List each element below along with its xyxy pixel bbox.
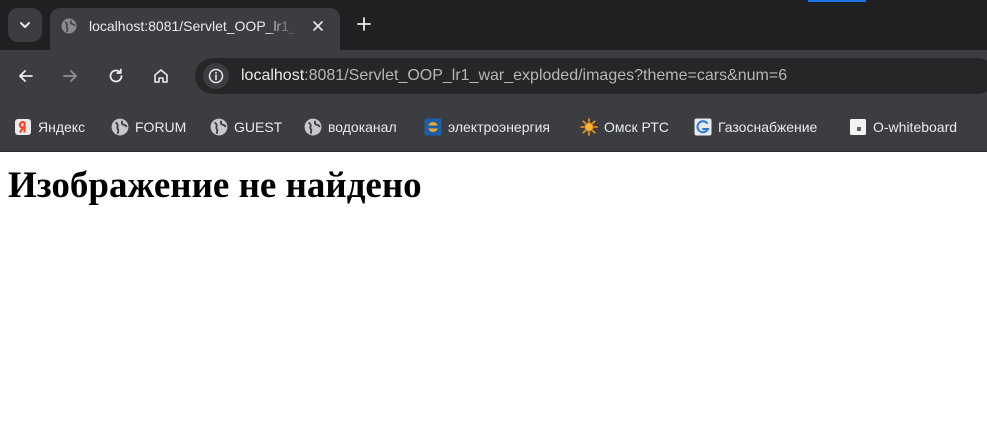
forward-button[interactable]: [55, 61, 85, 91]
home-button[interactable]: [146, 61, 176, 91]
bookmarks-bar: Яндекс FORUM GUEST водоканал электроэнер…: [0, 101, 987, 152]
globe-icon: [210, 118, 228, 136]
url-host: localhost: [241, 67, 305, 84]
bookmark-yandex[interactable]: Яндекс: [14, 117, 85, 137]
globe-icon: [304, 118, 322, 136]
chevron-down-icon: [20, 22, 30, 28]
back-button[interactable]: [11, 61, 41, 91]
document-icon: [850, 119, 866, 135]
bookmark-omsk-rts[interactable]: Омск РТС: [580, 117, 669, 137]
forward-arrow-icon: [63, 70, 77, 82]
home-icon: [154, 69, 168, 83]
active-tab[interactable]: localhost:8081/Servlet_OOP_lr1_war_explo…: [50, 8, 340, 50]
url-path: :8081/Servlet_OOP_lr1_war_exploded/image…: [304, 67, 788, 84]
address-bar[interactable]: localhost:8081/Servlet_OOP_lr1_war_explo…: [195, 58, 987, 94]
gas-company-icon: [694, 118, 712, 136]
close-icon: [313, 21, 323, 31]
bookmark-guest[interactable]: GUEST: [210, 117, 282, 137]
info-icon: [208, 68, 224, 84]
back-arrow-icon: [19, 70, 33, 82]
site-info-button[interactable]: [203, 63, 229, 89]
toolbar: localhost:8081/Servlet_OOP_lr1_war_explo…: [0, 50, 987, 101]
reload-icon: [109, 68, 123, 83]
window-accent: [808, 0, 866, 2]
url-text[interactable]: localhost:8081/Servlet_OOP_lr1_war_explo…: [241, 67, 787, 85]
bookmark-forum[interactable]: FORUM: [111, 117, 186, 137]
bookmark-vodokanal[interactable]: водоканал: [304, 117, 397, 137]
reload-button[interactable]: [101, 61, 131, 91]
plus-icon: [357, 17, 371, 31]
new-tab-button[interactable]: [350, 10, 378, 38]
bookmark-elektroenergiya[interactable]: электроэнергия: [424, 117, 550, 137]
energy-company-icon: [424, 118, 442, 136]
globe-icon: [61, 18, 77, 34]
tab-close-button[interactable]: [308, 16, 328, 36]
tab-strip: localhost:8081/Servlet_OOP_lr1_war_explo…: [0, 0, 987, 50]
page-heading: Изображение не найдено: [8, 165, 422, 206]
tab-title: localhost:8081/Servlet_OOP_lr1_war_explo…: [89, 18, 297, 34]
bookmark-gazosnabzhenie[interactable]: Газоснабжение: [694, 117, 817, 137]
yandex-icon: [15, 119, 31, 135]
tab-search-button[interactable]: [8, 8, 42, 42]
bookmark-o-whiteboard[interactable]: O-whiteboard: [849, 117, 957, 137]
sun-icon: [580, 118, 598, 136]
browser-window: localhost:8081/Servlet_OOP_lr1_war_explo…: [0, 0, 987, 206]
globe-icon: [111, 118, 129, 136]
